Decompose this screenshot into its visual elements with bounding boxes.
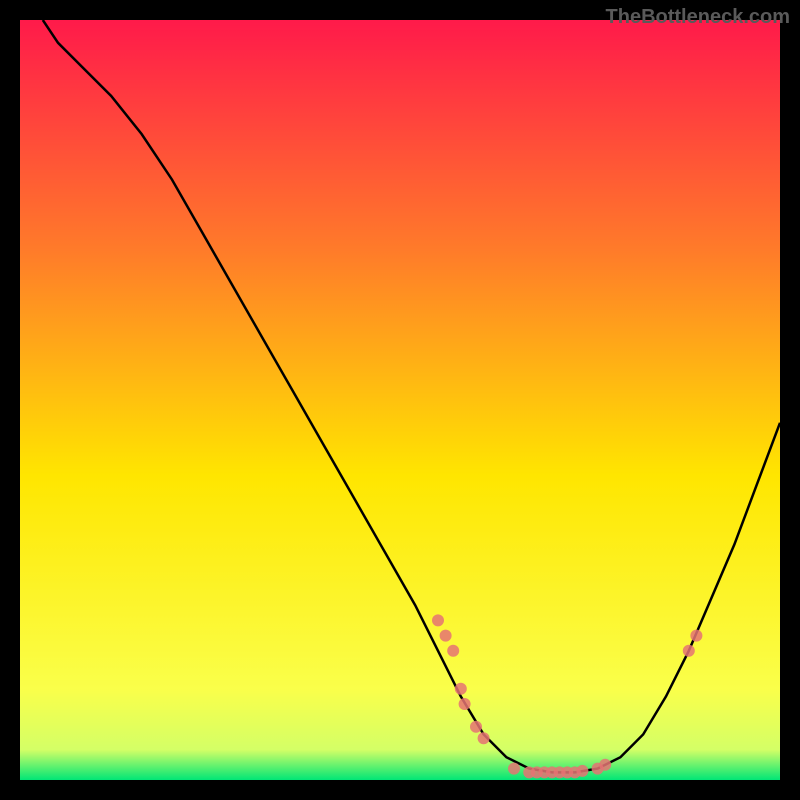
data-point	[447, 645, 459, 657]
data-point	[683, 645, 695, 657]
data-point	[432, 614, 444, 626]
data-point	[455, 683, 467, 695]
data-point	[459, 698, 471, 710]
data-point	[508, 763, 520, 775]
data-point	[576, 765, 588, 777]
chart-area	[20, 20, 780, 780]
data-point	[470, 721, 482, 733]
data-point	[478, 732, 490, 744]
watermark-text: TheBottleneck.com	[606, 6, 790, 29]
data-point	[599, 759, 611, 771]
chart-background	[20, 20, 780, 780]
data-point	[690, 630, 702, 642]
chart-svg	[20, 20, 780, 780]
data-point	[440, 630, 452, 642]
